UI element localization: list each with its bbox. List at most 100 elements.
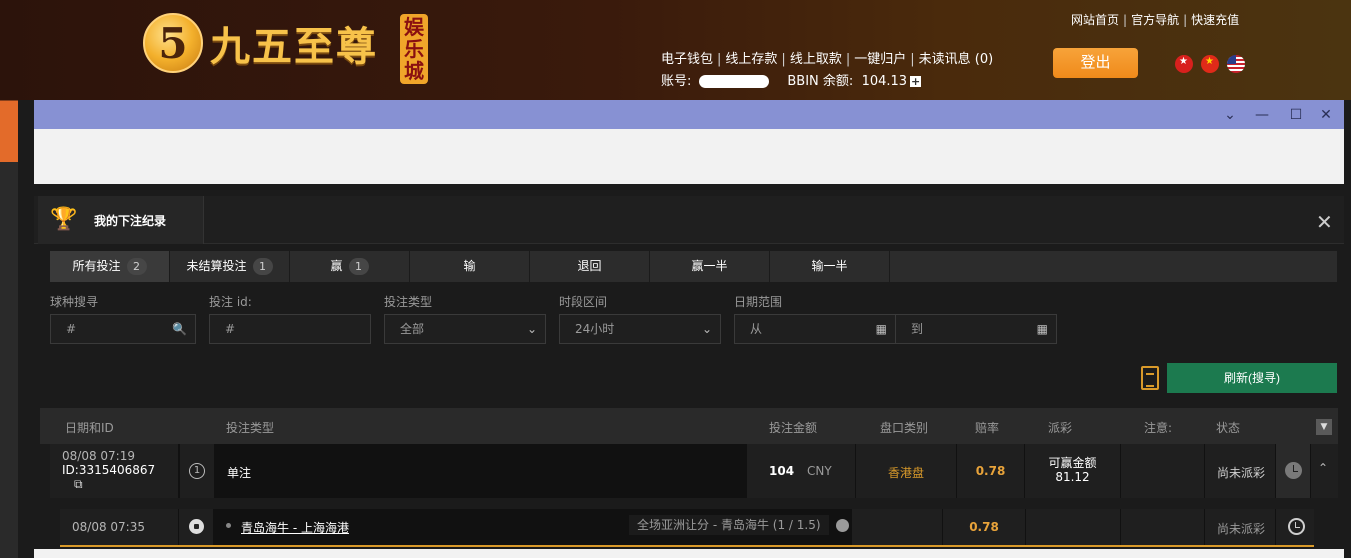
clipboard-icon[interactable] bbox=[1141, 366, 1159, 390]
sport-cell bbox=[179, 509, 213, 545]
clock-cell bbox=[1276, 444, 1310, 498]
calendar-icon[interactable]: ▦ bbox=[876, 315, 887, 343]
maximize-icon[interactable]: ☐ bbox=[1286, 105, 1306, 125]
leg-clock-cell bbox=[1276, 509, 1314, 545]
leg-odds-type-cell bbox=[852, 509, 942, 545]
refresh-search-button[interactable]: 刷新(搜寻) bbox=[1167, 363, 1337, 393]
bet-type-select[interactable]: 全部 ⌄ bbox=[384, 314, 546, 344]
link-quick-recharge[interactable]: 快速充值 bbox=[1191, 13, 1239, 27]
column-header: 状态 bbox=[1216, 421, 1241, 435]
tab-count: 1 bbox=[348, 258, 369, 275]
search-icon[interactable]: 🔍 bbox=[172, 315, 187, 343]
bet-amount: 104 bbox=[769, 464, 795, 478]
tab-half-lose[interactable]: 输一半 bbox=[770, 251, 890, 282]
column-header: 投注金额 bbox=[769, 421, 818, 435]
window-titlebar[interactable]: ⌄ — ☐ ✕ bbox=[34, 100, 1344, 129]
payout-cell: 可赢金额 81.12 bbox=[1025, 444, 1120, 498]
panel-title-tab: 🏆 我的下注纪录 bbox=[38, 196, 204, 244]
column-header: 注意: bbox=[1144, 421, 1173, 435]
sport-search-input[interactable]: # 🔍 bbox=[50, 314, 196, 344]
bet-type: 单注 bbox=[227, 466, 252, 480]
logo-badge: 娱乐城 bbox=[400, 14, 428, 84]
china-flag-icon[interactable] bbox=[1201, 55, 1219, 73]
leg-payout-cell bbox=[1026, 509, 1120, 545]
calendar-icon[interactable]: ▦ bbox=[1037, 315, 1048, 343]
bet-leg-row: 08/08 07:35 青岛海牛 - 上海海港 全场亚洲让分 - 青岛海牛 (1… bbox=[60, 509, 1314, 547]
balance-value: 104.13 bbox=[861, 74, 908, 89]
link-online-withdraw[interactable]: 线上取款 bbox=[790, 52, 842, 67]
account-name-redacted bbox=[699, 75, 770, 88]
match-link[interactable]: 青岛海牛 - 上海海港 bbox=[241, 519, 349, 536]
tab-unsettled[interactable]: 未结算投注 1 bbox=[170, 251, 290, 282]
link-home[interactable]: 网站首页 bbox=[1071, 13, 1119, 27]
info-icon[interactable] bbox=[836, 519, 849, 532]
soccer-ball-icon bbox=[189, 519, 204, 534]
leg-date-cell: 08/08 07:35 bbox=[60, 509, 178, 545]
window-blank-area bbox=[34, 129, 1344, 184]
column-header: 赔率 bbox=[975, 421, 1000, 435]
date-from-input[interactable]: 从 ▦ bbox=[734, 314, 896, 344]
status-cell: 尚未派彩 bbox=[1205, 444, 1275, 498]
chevron-up-icon[interactable]: ⌃ bbox=[1318, 461, 1328, 475]
bet-date: 08/08 07:19 bbox=[62, 449, 135, 463]
bet-status: 尚未派彩 bbox=[1217, 466, 1266, 480]
column-header: 日期和ID bbox=[65, 421, 114, 435]
leg-status: 尚未派彩 bbox=[1217, 522, 1266, 536]
period-select[interactable]: 24小时 ⌄ bbox=[559, 314, 721, 344]
tab-count: 1 bbox=[252, 258, 273, 275]
match-cell: 青岛海牛 - 上海海港 全场亚洲让分 - 青岛海牛 (1 / 1.5) bbox=[214, 509, 851, 545]
legs-cell: 1 bbox=[180, 444, 214, 498]
leg-odds-cell: 0.78 bbox=[943, 509, 1025, 545]
logo-text: 九五至尊 bbox=[210, 23, 378, 70]
expand-all-icon[interactable]: ▼ bbox=[1316, 419, 1332, 435]
link-e-wallet[interactable]: 电子钱包 bbox=[661, 52, 713, 67]
bet-currency: CNY bbox=[807, 464, 832, 478]
link-online-deposit[interactable]: 线上存款 bbox=[725, 52, 777, 67]
potential-win-amount: 81.12 bbox=[1055, 470, 1090, 484]
chevron-down-icon: ⌄ bbox=[701, 322, 712, 336]
tab-refund[interactable]: 退回 bbox=[530, 251, 650, 282]
tab-all-bets[interactable]: 所有投注 2 bbox=[50, 251, 170, 282]
hongkong-flag-icon[interactable] bbox=[1175, 55, 1193, 73]
table-row[interactable]: 08/08 07:19 ID:3315406867 ⧉ 1 单注 104 CNY 香港… bbox=[50, 444, 1338, 498]
tab-count: 2 bbox=[126, 258, 147, 275]
amount-cell: 104 CNY bbox=[747, 444, 855, 498]
date-range-label: 日期范围 bbox=[734, 295, 783, 309]
chevron-down-icon[interactable]: ⌄ bbox=[1220, 105, 1240, 125]
note-cell bbox=[1121, 444, 1204, 498]
clock-icon bbox=[1285, 462, 1302, 479]
bet-status-tabs: 所有投注 2 未结算投注 1 赢1 输 退回 赢一半 输一半 bbox=[50, 251, 1337, 282]
bet-id-input[interactable]: # bbox=[209, 314, 371, 344]
collapse-cell[interactable]: ⌃ bbox=[1311, 444, 1338, 498]
bet-id: ID:3315406867 bbox=[62, 463, 156, 477]
logout-button[interactable]: 登出 bbox=[1053, 48, 1138, 78]
tab-half-win[interactable]: 赢一半 bbox=[650, 251, 770, 282]
odds-type: 香港盘 bbox=[887, 466, 924, 480]
period-label: 时段区间 bbox=[559, 295, 608, 309]
date-to-input[interactable]: 到 ▦ bbox=[895, 314, 1057, 344]
copy-icon[interactable]: ⧉ bbox=[74, 477, 83, 491]
link-one-click-transfer[interactable]: 一键归户 bbox=[854, 52, 906, 67]
table-header: 日期和ID 投注类型 投注金额 盘口类别 赔率 派彩 注意: 状态 ▼ bbox=[40, 408, 1338, 444]
column-header: 盘口类别 bbox=[880, 421, 929, 435]
close-icon[interactable]: ✕ bbox=[1316, 105, 1336, 125]
bet-history-window: ⌄ — ☐ ✕ 🏆 我的下注纪录 ✕ 所有投注 2 未结算投注 1 赢1 输 退回 … bbox=[34, 100, 1344, 558]
panel-header: 🏆 我的下注纪录 bbox=[34, 196, 1344, 244]
leg-note-cell bbox=[1121, 509, 1204, 545]
tab-win[interactable]: 赢1 bbox=[290, 251, 410, 282]
account-label: 账号: bbox=[661, 74, 692, 89]
top-links: 网站首页 | 官方导航 | 快速充值 bbox=[1071, 13, 1240, 27]
link-navigation[interactable]: 官方导航 bbox=[1131, 13, 1179, 27]
odds-type-cell: 香港盘 bbox=[856, 444, 956, 498]
usa-flag-icon[interactable] bbox=[1227, 55, 1245, 73]
minimize-icon[interactable]: — bbox=[1252, 105, 1272, 125]
panel-title: 我的下注纪录 bbox=[94, 214, 167, 228]
tab-lose[interactable]: 输 bbox=[410, 251, 530, 282]
potential-win-label: 可赢金额 bbox=[1048, 456, 1097, 470]
leg-date: 08/08 07:35 bbox=[72, 520, 145, 534]
leg-status-cell: 尚未派彩 bbox=[1205, 509, 1275, 545]
panel-close-icon[interactable]: ✕ bbox=[1316, 210, 1333, 234]
plus-icon[interactable]: + bbox=[910, 76, 922, 87]
bet-type-label: 投注类型 bbox=[384, 295, 433, 309]
link-unread-messages[interactable]: 未读讯息 (0) bbox=[919, 52, 994, 67]
